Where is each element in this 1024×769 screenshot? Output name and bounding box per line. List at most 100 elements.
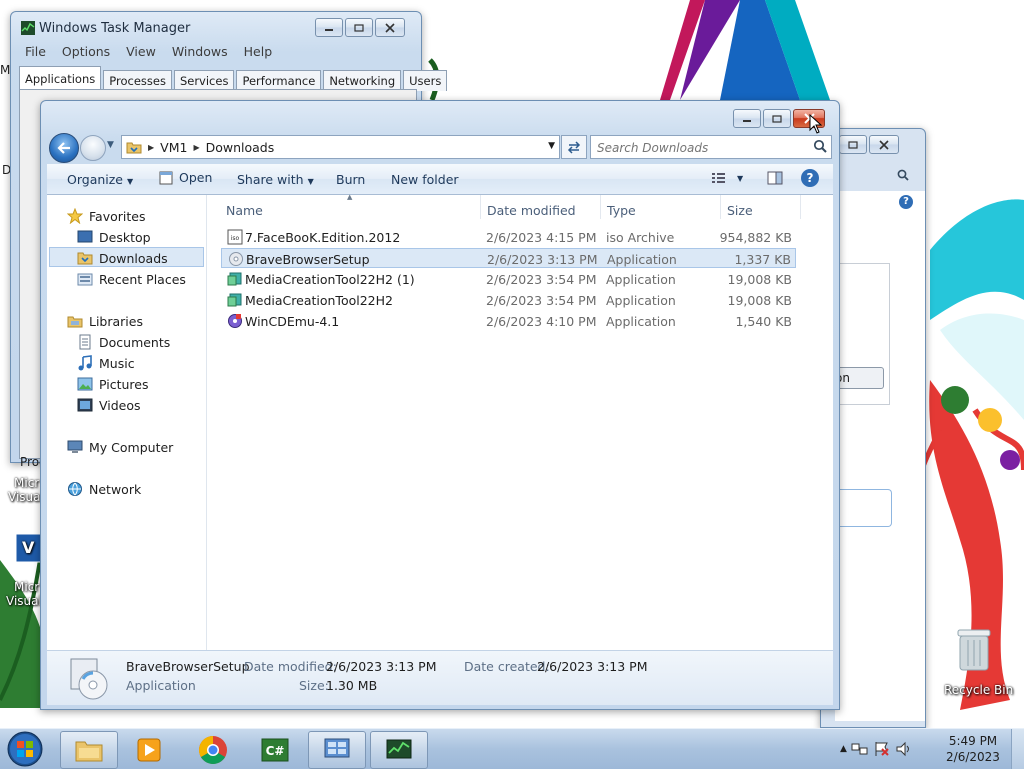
tab-networking[interactable]: Networking bbox=[323, 70, 402, 91]
share-with-button[interactable]: Share with ▼ bbox=[237, 172, 314, 187]
tab-users[interactable]: Users bbox=[403, 70, 448, 91]
nav-my-computer[interactable]: My Computer bbox=[67, 439, 173, 455]
left-edge-fragment: M bbox=[0, 63, 11, 77]
table-row[interactable]: MediaCreationTool22H2 (1) 2/6/2023 3:54 … bbox=[221, 269, 796, 289]
show-hidden-icons-icon[interactable]: ▲ bbox=[840, 744, 847, 754]
column-divider[interactable] bbox=[720, 195, 721, 219]
file-date: 2/6/2023 3:13 PM bbox=[487, 252, 598, 267]
search-input[interactable] bbox=[595, 138, 809, 157]
minimize-button[interactable] bbox=[733, 109, 761, 128]
taskbar-csharp[interactable]: C# bbox=[246, 731, 304, 769]
column-divider[interactable] bbox=[800, 195, 801, 219]
menu-view[interactable]: View bbox=[118, 42, 164, 62]
table-row[interactable]: MediaCreationTool22H2 2/6/2023 3:54 PM A… bbox=[221, 290, 796, 310]
taskbar-control-panel[interactable] bbox=[308, 731, 366, 769]
media-tool-icon bbox=[227, 272, 242, 286]
start-button[interactable] bbox=[4, 730, 46, 768]
nav-item-recent-places[interactable]: Recent Places bbox=[77, 271, 186, 287]
maximize-button[interactable] bbox=[345, 18, 373, 37]
file-size: 1,337 KB bbox=[734, 252, 791, 267]
nav-network[interactable]: Network bbox=[67, 481, 141, 497]
menu-windows[interactable]: Windows bbox=[164, 42, 236, 62]
taskbar-chrome[interactable] bbox=[184, 731, 242, 769]
column-header-type[interactable]: Type bbox=[607, 203, 636, 218]
back-button[interactable] bbox=[49, 133, 79, 163]
address-bar[interactable]: ▶ VM1 ▶ Downloads ▼ bbox=[121, 135, 560, 159]
breadcrumb-item[interactable]: Downloads bbox=[200, 140, 281, 155]
table-row[interactable]: iso 7.FaceBooK.Edition.2012 2/6/2023 4:1… bbox=[221, 227, 796, 247]
network-icon bbox=[68, 482, 82, 496]
nav-libraries[interactable]: Libraries bbox=[67, 313, 143, 329]
table-row[interactable]: WinCDEmu-4.1 2/6/2023 4:10 PM Applicatio… bbox=[221, 311, 796, 331]
column-header-name[interactable]: Name bbox=[226, 203, 263, 218]
forward-button[interactable] bbox=[80, 135, 106, 161]
taskbar-task-manager[interactable] bbox=[370, 731, 428, 769]
recycle-bin-label[interactable]: Recycle Bin bbox=[944, 683, 1013, 697]
volume-icon[interactable] bbox=[895, 741, 913, 757]
nav-label: Videos bbox=[99, 397, 141, 413]
details-date-modified-label: Date modified: bbox=[244, 659, 337, 674]
breadcrumb-item[interactable]: VM1 bbox=[154, 140, 193, 155]
videos-icon bbox=[77, 398, 93, 412]
nav-item-documents[interactable]: Documents bbox=[77, 334, 170, 350]
explorer-window[interactable]: ▼ ▶ VM1 ▶ Downloads ▼ Organize ▼ Open bbox=[40, 100, 840, 710]
new-folder-button[interactable]: New folder bbox=[391, 172, 459, 187]
tab-services[interactable]: Services bbox=[173, 70, 235, 91]
organize-button[interactable]: Organize ▼ bbox=[67, 172, 133, 187]
burn-button[interactable]: Burn bbox=[336, 172, 365, 187]
nav-favorites[interactable]: Favorites bbox=[67, 208, 145, 224]
file-name: WinCDEmu-4.1 bbox=[245, 314, 340, 329]
desktop-icon-label[interactable]: Micr bbox=[14, 476, 39, 490]
search-icon[interactable] bbox=[813, 139, 827, 153]
minimize-button[interactable] bbox=[315, 18, 343, 37]
downloads-folder-icon bbox=[77, 252, 93, 265]
folder-icon bbox=[126, 140, 142, 154]
menu-file[interactable]: File bbox=[17, 42, 54, 62]
taskbar-media-player[interactable] bbox=[120, 731, 178, 769]
table-row[interactable]: BraveBrowserSetup 2/6/2023 3:13 PM Appli… bbox=[221, 248, 796, 268]
desktop-icon-label[interactable]: Visual bbox=[6, 594, 42, 608]
address-dropdown-icon[interactable]: ▼ bbox=[548, 141, 555, 151]
nav-item-desktop[interactable]: Desktop bbox=[77, 229, 151, 245]
nav-item-videos[interactable]: Videos bbox=[77, 397, 141, 413]
tab-processes[interactable]: Processes bbox=[103, 70, 172, 91]
desktop-icon-label[interactable]: Visual bbox=[8, 490, 44, 504]
maximize-button[interactable] bbox=[763, 109, 791, 128]
chevron-down-icon: ▼ bbox=[737, 173, 744, 183]
action-center-icon[interactable] bbox=[873, 741, 891, 757]
tab-performance[interactable]: Performance bbox=[236, 70, 322, 91]
refresh-button[interactable] bbox=[561, 135, 587, 159]
search-icon[interactable] bbox=[897, 169, 909, 181]
open-button[interactable]: Open bbox=[159, 170, 212, 185]
details-size-label: Size: bbox=[299, 678, 329, 693]
menu-help[interactable]: Help bbox=[236, 42, 281, 62]
taskbar-windows-explorer[interactable] bbox=[60, 731, 118, 769]
column-divider[interactable] bbox=[600, 195, 601, 219]
details-file-type: Application bbox=[126, 678, 196, 693]
clock[interactable]: 5:49 PM 2/6/2023 bbox=[940, 733, 1006, 765]
iso-icon: iso bbox=[227, 229, 243, 245]
menu-options[interactable]: Options bbox=[54, 42, 118, 62]
column-divider[interactable] bbox=[480, 195, 481, 219]
details-pane: BraveBrowserSetup Application Date modif… bbox=[47, 650, 833, 705]
search-box[interactable] bbox=[590, 135, 832, 159]
close-button[interactable] bbox=[375, 18, 405, 37]
column-header-date-modified[interactable]: Date modified bbox=[487, 203, 576, 218]
desktop-icon-label[interactable]: Micr bbox=[14, 580, 39, 594]
preview-pane-button[interactable] bbox=[767, 171, 783, 185]
nav-item-pictures[interactable]: Pictures bbox=[77, 376, 149, 392]
nav-label: Documents bbox=[99, 334, 171, 350]
network-tray-icon[interactable] bbox=[851, 741, 869, 757]
nav-item-music[interactable]: Music bbox=[77, 355, 135, 371]
help-icon[interactable]: ? bbox=[801, 169, 819, 187]
view-options-button[interactable]: ▼ bbox=[711, 171, 743, 185]
close-button[interactable] bbox=[869, 135, 899, 154]
column-header-size[interactable]: Size bbox=[727, 203, 753, 218]
nav-item-downloads[interactable]: Downloads bbox=[77, 250, 168, 266]
help-icon[interactable]: ? bbox=[899, 195, 913, 209]
file-name: MediaCreationTool22H2 (1) bbox=[245, 272, 415, 287]
restore-button[interactable] bbox=[839, 135, 867, 154]
bg-input-fragment[interactable] bbox=[831, 489, 892, 527]
show-desktop-button[interactable] bbox=[1011, 729, 1024, 769]
history-dropdown-icon[interactable]: ▼ bbox=[107, 140, 114, 150]
